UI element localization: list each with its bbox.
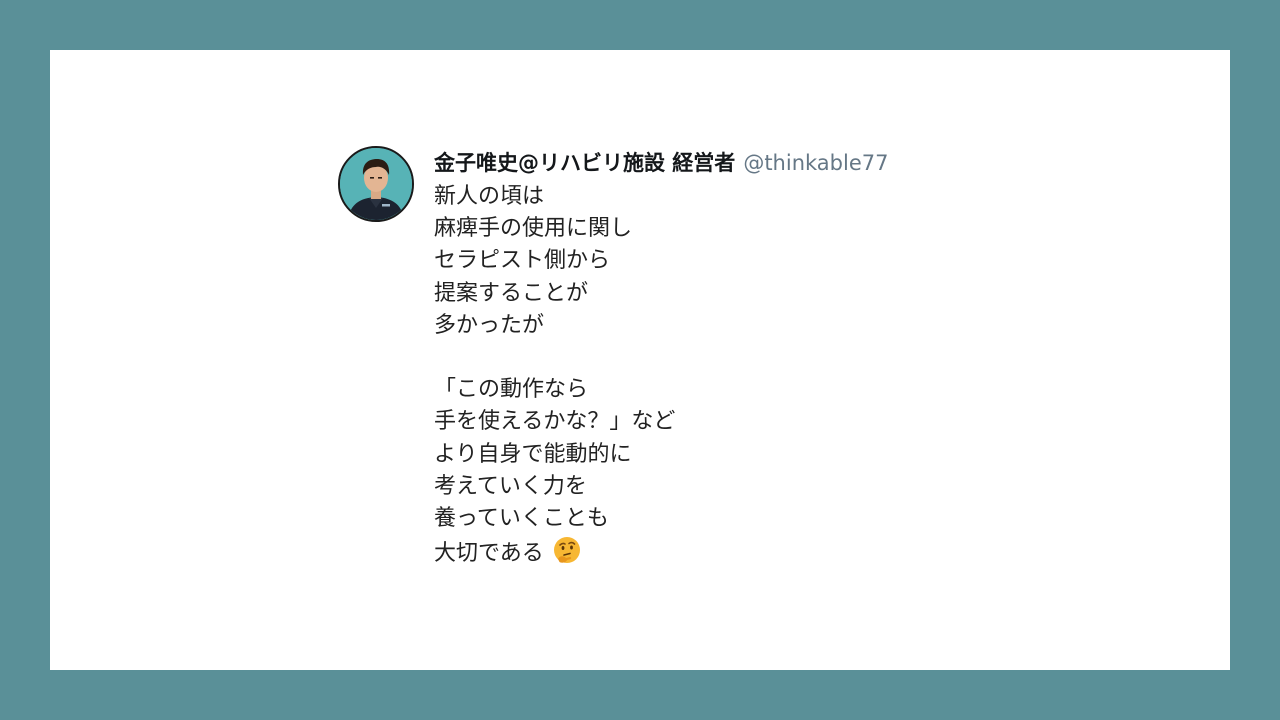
tweet-card: 金子唯史@リハビリ施設 経営者 @thinkable77 新人の頃は 麻痺手の使用… [50, 50, 1230, 670]
avatar[interactable] [338, 146, 414, 222]
tweet-line: 提案することが [434, 280, 589, 306]
tweet-line: 養っていくことも [434, 505, 609, 531]
tweet-header: 金子唯史@リハビリ施設 経営者 @thinkable77 [434, 146, 888, 180]
tweet-line: 新人の頃は [434, 184, 545, 209]
tweet-line-text: 大切である [434, 541, 544, 567]
tweet-line: セラピスト側から [434, 248, 611, 274]
thinking-face-icon [552, 535, 582, 565]
tweet-line: 考えていく力を [434, 473, 587, 499]
tweet-line: 「この動作なら [434, 377, 589, 403]
user-handle[interactable]: @thinkable77 [743, 151, 888, 175]
tweet-line: 麻痺手の使用に関し [434, 216, 633, 242]
tweet-line: 多かったが [434, 312, 545, 338]
tweet-last-line: 大切である [434, 535, 675, 567]
tweet-line: より自身で能動的に [434, 441, 632, 467]
tweet-line: 手を使えるかな？」など [434, 409, 676, 435]
display-name[interactable]: 金子唯史@リハビリ施設 経営者 [434, 151, 735, 175]
tweet-text: 新人の頃は 麻痺手の使用に関し セラピスト側から 提案することが 多かったが 「… [434, 181, 675, 567]
